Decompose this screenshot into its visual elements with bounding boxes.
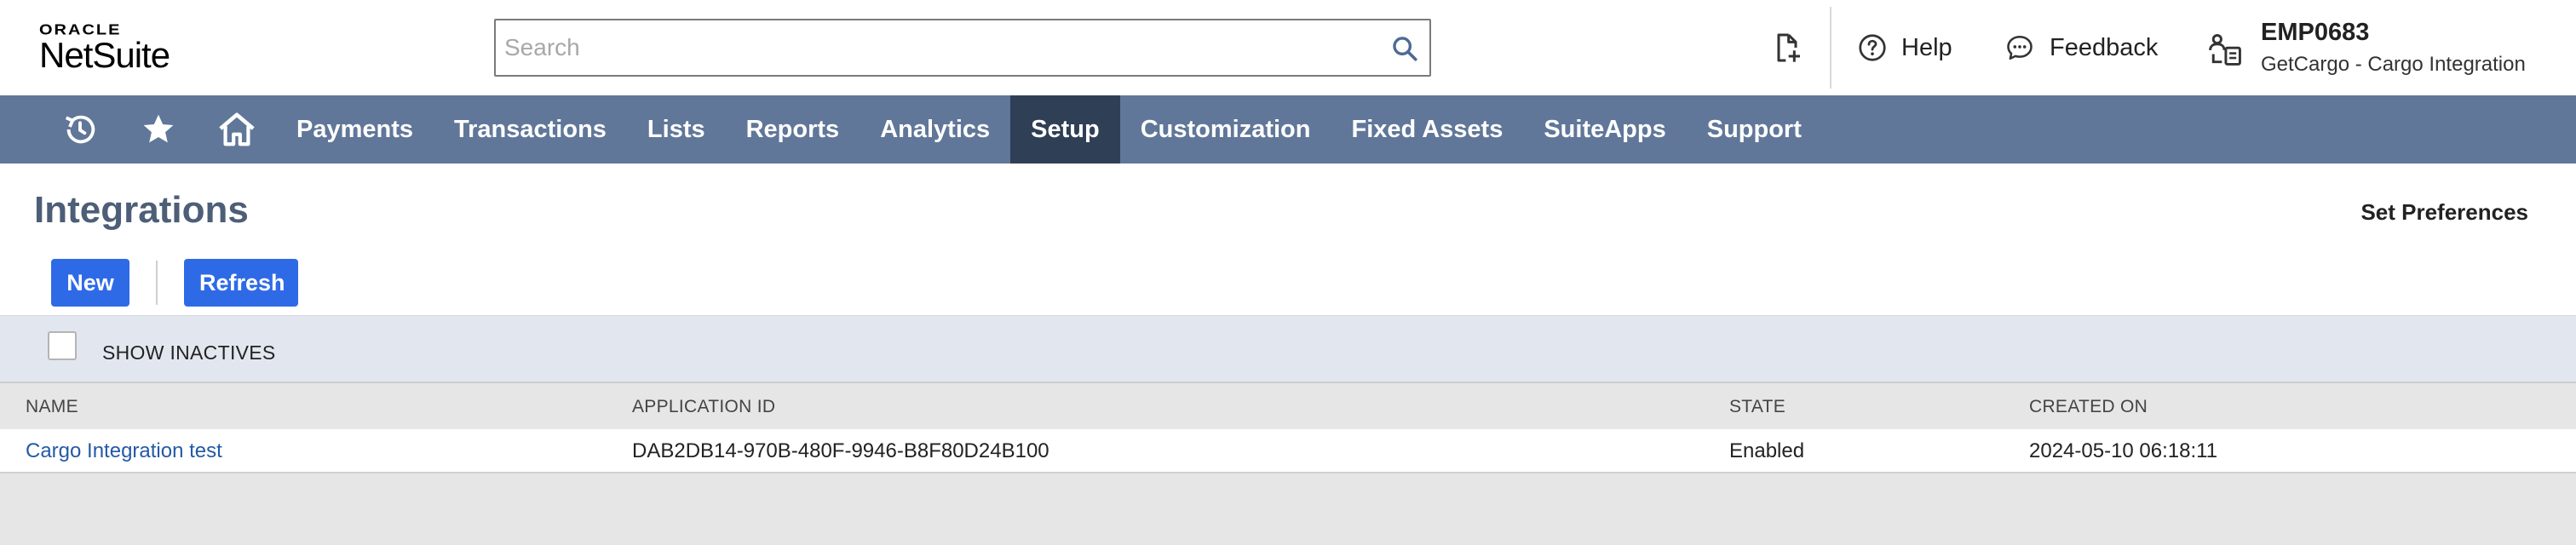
page-title: Integrations bbox=[34, 189, 249, 231]
column-header-name[interactable]: NAME bbox=[26, 397, 78, 417]
netsuite-logo[interactable]: ORACLE NetSuite bbox=[39, 20, 170, 74]
chat-bubble-icon bbox=[2007, 35, 2033, 60]
refresh-button[interactable]: Refresh bbox=[184, 259, 298, 307]
user-roles-icon bbox=[2209, 34, 2241, 66]
nav-transactions[interactable]: Transactions bbox=[434, 95, 627, 164]
new-document-icon[interactable] bbox=[1770, 31, 1804, 65]
show-inactives-label: SHOW INACTIVES bbox=[102, 341, 276, 364]
user-id: EMP0683 bbox=[2261, 19, 2370, 46]
logo-oracle-text: ORACLE bbox=[39, 21, 122, 38]
integration-name-link[interactable]: Cargo Integration test bbox=[26, 439, 222, 463]
page-title-bar: Integrations Set Preferences bbox=[0, 164, 2576, 254]
column-header-application-id[interactable]: APPLICATION ID bbox=[632, 397, 775, 417]
column-header-created-on[interactable]: CREATED ON bbox=[2029, 397, 2148, 417]
nav-reports[interactable]: Reports bbox=[726, 95, 860, 164]
home-icon[interactable] bbox=[198, 95, 276, 164]
table-row: Cargo Integration test DAB2DB14-970B-480… bbox=[0, 429, 2576, 473]
search-input[interactable] bbox=[504, 20, 1356, 75]
recent-history-icon[interactable] bbox=[41, 95, 119, 164]
button-separator bbox=[156, 261, 158, 305]
state-cell: Enabled bbox=[1729, 439, 1805, 462]
set-preferences-link[interactable]: Set Preferences bbox=[2360, 199, 2528, 226]
help-circle-icon bbox=[1859, 34, 1886, 61]
nav-lists[interactable]: Lists bbox=[627, 95, 726, 164]
show-inactives-checkbox[interactable] bbox=[48, 331, 77, 360]
main-nav: Payments Transactions Lists Reports Anal… bbox=[0, 95, 2576, 164]
created-on-cell: 2024-05-10 06:18:11 bbox=[2029, 439, 2218, 462]
nav-suiteapps[interactable]: SuiteApps bbox=[1523, 95, 1686, 164]
nav-setup[interactable]: Setup bbox=[1010, 95, 1120, 164]
nav-support[interactable]: Support bbox=[1687, 95, 1822, 164]
feedback-label: Feedback bbox=[2050, 33, 2159, 61]
column-header-state[interactable]: STATE bbox=[1729, 397, 1785, 417]
search-icon[interactable] bbox=[1390, 34, 1419, 63]
integrations-table: NAME APPLICATION ID STATE CREATED ON Car… bbox=[0, 382, 2576, 473]
filter-bar: SHOW INACTIVES bbox=[0, 315, 2576, 382]
header-divider bbox=[1830, 7, 1831, 89]
top-header: ORACLE NetSuite Help Feedback bbox=[0, 0, 2576, 95]
global-search bbox=[494, 19, 1431, 77]
nav-payments[interactable]: Payments bbox=[276, 95, 434, 164]
nav-fixed-assets[interactable]: Fixed Assets bbox=[1331, 95, 1523, 164]
star-icon[interactable] bbox=[119, 95, 198, 164]
help-link[interactable]: Help bbox=[1857, 29, 1952, 66]
table-header: NAME APPLICATION ID STATE CREATED ON bbox=[0, 382, 2576, 429]
help-label: Help bbox=[1901, 33, 1952, 61]
feedback-link[interactable]: Feedback bbox=[2004, 29, 2158, 66]
nav-customization[interactable]: Customization bbox=[1120, 95, 1331, 164]
new-button[interactable]: New bbox=[51, 259, 129, 307]
user-account: GetCargo - Cargo Integration bbox=[2261, 53, 2526, 76]
application-id-cell: DAB2DB14-970B-480F-9946-B8F80D24B100 bbox=[632, 439, 1049, 462]
action-buttons-bar: New Refresh bbox=[0, 254, 2576, 315]
logo-netsuite-text: NetSuite bbox=[39, 35, 170, 75]
nav-analytics[interactable]: Analytics bbox=[860, 95, 1010, 164]
